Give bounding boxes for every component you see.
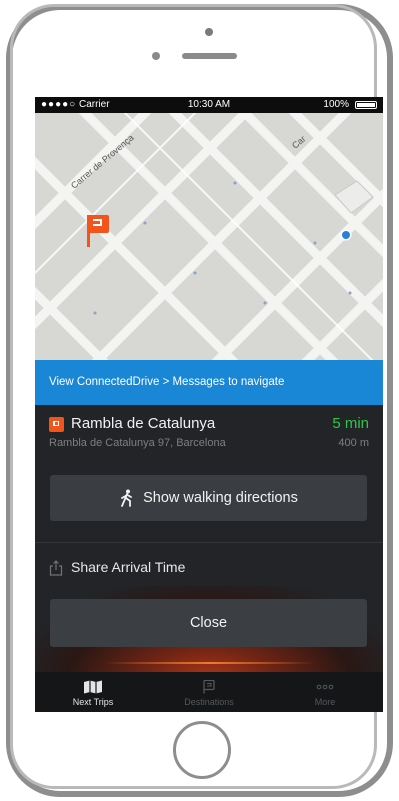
share-arrival-time-button[interactable]: Share Arrival Time <box>49 552 369 582</box>
home-button[interactable] <box>173 721 231 779</box>
more-icon <box>316 684 334 690</box>
connecteddrive-banner[interactable]: View ConnectedDrive > Messages to naviga… <box>35 360 383 405</box>
screen: ●●●●○ Carrier 10:30 AM 100% Carrer de Pr… <box>35 97 383 712</box>
sensor-icon <box>152 52 160 60</box>
share-label: Share Arrival Time <box>71 559 186 575</box>
divider <box>35 542 383 543</box>
close-button[interactable]: Close <box>50 599 367 647</box>
battery-icon <box>355 101 377 109</box>
destination-distance: 400 m <box>338 437 369 449</box>
tab-destinations[interactable]: Destinations <box>151 672 267 712</box>
destination-flag-icon[interactable] <box>84 213 110 249</box>
walk-button-label: Show walking directions <box>143 490 298 506</box>
tab-bar: Next Trips Destinations More <box>35 672 383 712</box>
walking-person-icon <box>121 489 133 508</box>
accent-glow-line <box>105 662 315 664</box>
camera-icon <box>205 28 213 36</box>
share-icon <box>49 560 63 576</box>
destination-flag-small-icon <box>49 417 64 432</box>
battery-label: 100% <box>323 99 349 110</box>
destination-eta: 5 min <box>332 415 369 432</box>
current-location-icon <box>340 229 352 241</box>
tab-next-trips-label: Next Trips <box>72 697 114 707</box>
destination-address: Rambla de Catalunya 97, Barcelona <box>49 437 226 449</box>
show-walking-directions-button[interactable]: Show walking directions <box>50 475 367 521</box>
tab-more[interactable]: More <box>267 672 383 712</box>
close-area: Close <box>35 586 383 672</box>
next-trips-icon <box>84 680 102 694</box>
destination-panel: Rambla de Catalunya 5 min Rambla de Cata… <box>35 405 383 712</box>
map-view[interactable]: Carrer de Provença Car <box>35 113 383 360</box>
destination-name: Rambla de Catalunya <box>71 415 216 432</box>
speaker-icon <box>182 53 237 59</box>
tab-more-label: More <box>314 697 336 707</box>
status-bar: ●●●●○ Carrier 10:30 AM 100% <box>35 97 383 113</box>
destinations-icon <box>203 680 215 694</box>
tab-next-trips[interactable]: Next Trips <box>35 672 151 712</box>
tab-destinations-label: Destinations <box>184 697 234 707</box>
